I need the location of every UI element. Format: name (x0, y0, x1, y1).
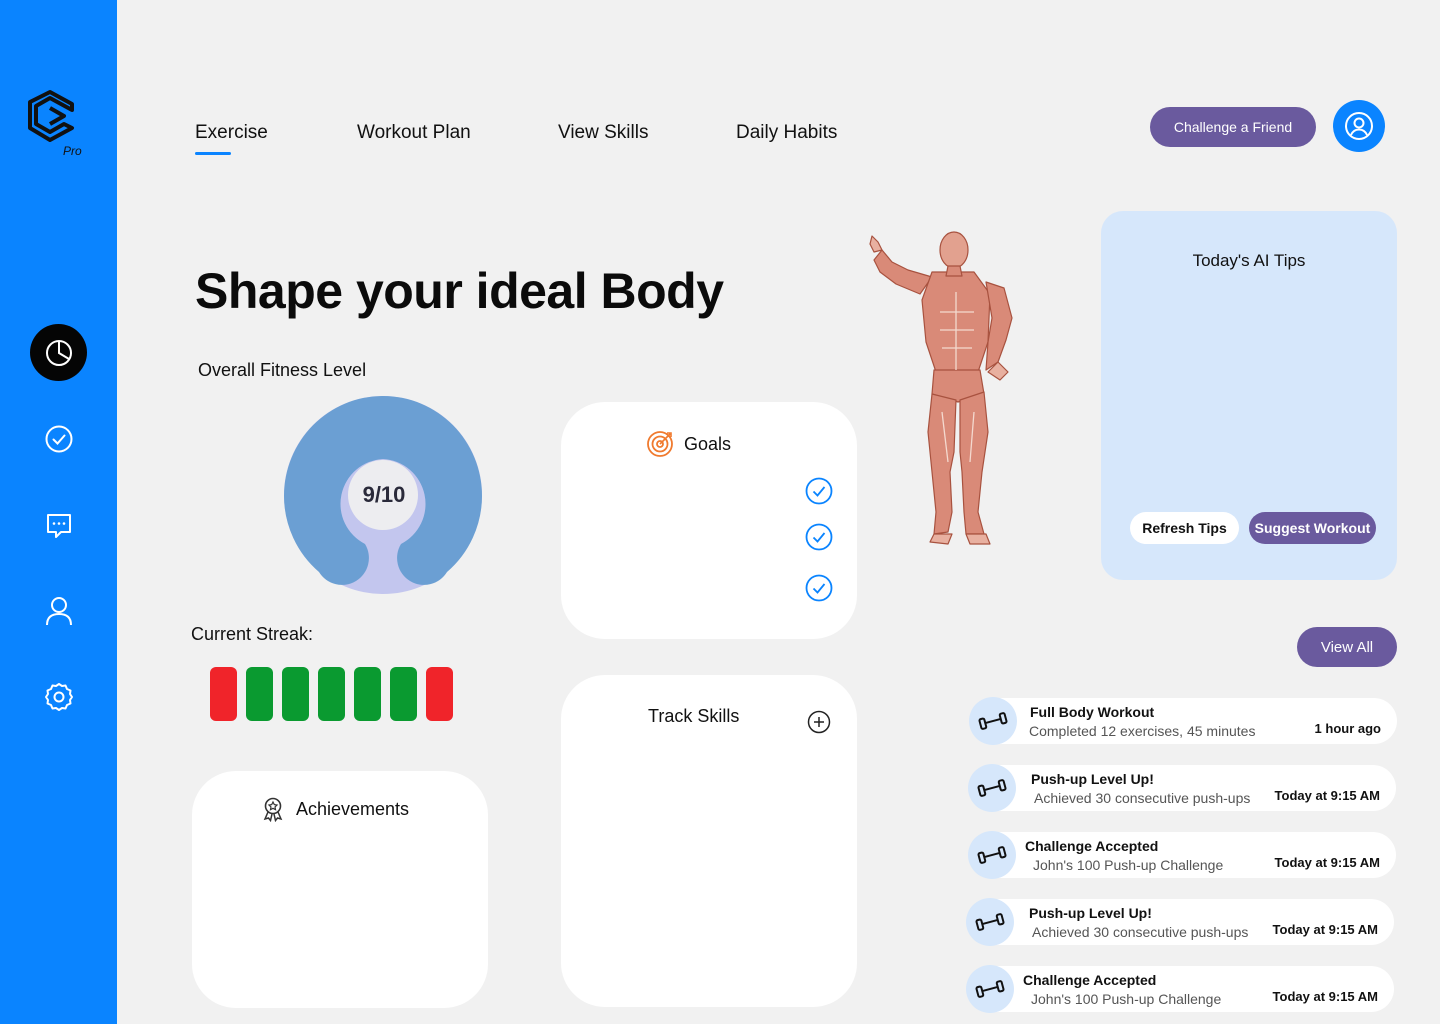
activity-item[interactable]: Push-up Level Up! Achieved 30 consecutiv… (968, 764, 1396, 812)
streak-day-done (318, 667, 345, 721)
activity-time: Today at 9:15 AM (1272, 922, 1378, 937)
dashboard-icon (45, 339, 72, 366)
activity-title: Challenge Accepted (1023, 972, 1157, 988)
activity-item[interactable]: Push-up Level Up! Achieved 30 consecutiv… (966, 898, 1394, 946)
streak-day-missed (426, 667, 453, 721)
page-title: Shape your ideal Body (195, 263, 724, 319)
dumbbell-icon (968, 764, 1016, 812)
streak-day-done (246, 667, 273, 721)
profile-button[interactable] (1333, 100, 1385, 152)
activity-time: Today at 9:15 AM (1274, 788, 1380, 803)
activity-subtitle: John's 100 Push-up Challenge (1031, 991, 1222, 1007)
ai-tips-card: Today's AI Tips Refresh Tips Suggest Wor… (1101, 211, 1397, 580)
tab-daily-habits[interactable]: Daily Habits (736, 122, 837, 144)
add-skill-icon[interactable] (807, 710, 831, 734)
goals-header: Goals (646, 430, 731, 458)
check-circle-icon (45, 425, 72, 452)
tab-exercise[interactable]: Exercise (195, 122, 268, 155)
logo-icon (28, 90, 74, 142)
dumbbell-icon (966, 965, 1014, 1013)
app-logo[interactable]: Pro (28, 88, 88, 158)
pro-badge: Pro (63, 144, 82, 158)
goal-check-icon[interactable] (805, 574, 833, 602)
dumbbell-icon (966, 898, 1014, 946)
sidebar-item-settings[interactable] (30, 668, 87, 725)
settings-icon (44, 682, 73, 711)
suggest-workout-button[interactable]: Suggest Workout (1249, 512, 1376, 544)
activity-item[interactable]: Challenge Accepted John's 100 Push-up Ch… (968, 831, 1396, 879)
dumbbell-icon (969, 697, 1017, 745)
sidebar-item-dashboard[interactable] (30, 324, 87, 381)
sidebar-item-messages[interactable] (30, 496, 87, 553)
achievements-header: Achievements (260, 796, 409, 822)
fitness-level-label: Overall Fitness Level (198, 360, 367, 380)
activity-time: 1 hour ago (1314, 721, 1381, 736)
tab-view-skills[interactable]: View Skills (558, 122, 648, 144)
achievements-card: Achievements (192, 771, 488, 1008)
activity-time: Today at 9:15 AM (1274, 855, 1380, 870)
activity-item[interactable]: Full Body Workout Completed 12 exercises… (969, 697, 1397, 745)
streak-label: Current Streak: (191, 624, 314, 644)
activity-subtitle: John's 100 Push-up Challenge (1033, 857, 1224, 873)
challenge-friend-button[interactable]: Challenge a Friend (1150, 107, 1316, 147)
streak-bars (210, 667, 453, 721)
goals-card: Goals (561, 402, 857, 639)
activity-subtitle: Achieved 30 consecutive push-ups (1034, 790, 1251, 806)
user-circle-icon (1345, 112, 1373, 140)
activity-subtitle: Completed 12 exercises, 45 minutes (1029, 723, 1256, 739)
streak-day-done (390, 667, 417, 721)
sidebar-item-profile[interactable] (30, 582, 87, 639)
track-skills-card: Track Skills (561, 675, 857, 1007)
user-icon (45, 596, 72, 625)
activity-title: Push-up Level Up! (1031, 771, 1154, 787)
activity-item[interactable]: Challenge Accepted John's 100 Push-up Ch… (966, 965, 1394, 1013)
activity-time: Today at 9:15 AM (1272, 989, 1378, 1004)
streak-day-missed (210, 667, 237, 721)
refresh-tips-button[interactable]: Refresh Tips (1130, 512, 1239, 544)
chat-icon (46, 513, 71, 538)
view-all-button[interactable]: View All (1297, 627, 1397, 667)
ai-tips-title: Today's AI Tips (1192, 251, 1306, 270)
dumbbell-icon (968, 831, 1016, 879)
activity-title: Challenge Accepted (1025, 838, 1159, 854)
muscle-anatomy-figure (869, 231, 1013, 545)
activity-title: Full Body Workout (1030, 704, 1155, 720)
goal-check-icon[interactable] (805, 477, 833, 505)
tab-workout-plan[interactable]: Workout Plan (357, 122, 471, 144)
target-icon (647, 431, 673, 457)
streak-day-done (282, 667, 309, 721)
track-skills-title: Track Skills (648, 706, 740, 726)
sidebar-item-tasks[interactable] (30, 410, 87, 467)
sidebar: Pro (0, 0, 117, 1024)
goal-check-icon[interactable] (805, 523, 833, 551)
activity-title: Push-up Level Up! (1029, 905, 1152, 921)
activity-subtitle: Achieved 30 consecutive push-ups (1032, 924, 1249, 940)
achievements-title: Achievements (296, 798, 410, 819)
fitness-score: 9/10 (362, 482, 406, 507)
streak-day-done (354, 667, 381, 721)
goals-title: Goals (684, 433, 732, 454)
award-icon (263, 797, 283, 822)
